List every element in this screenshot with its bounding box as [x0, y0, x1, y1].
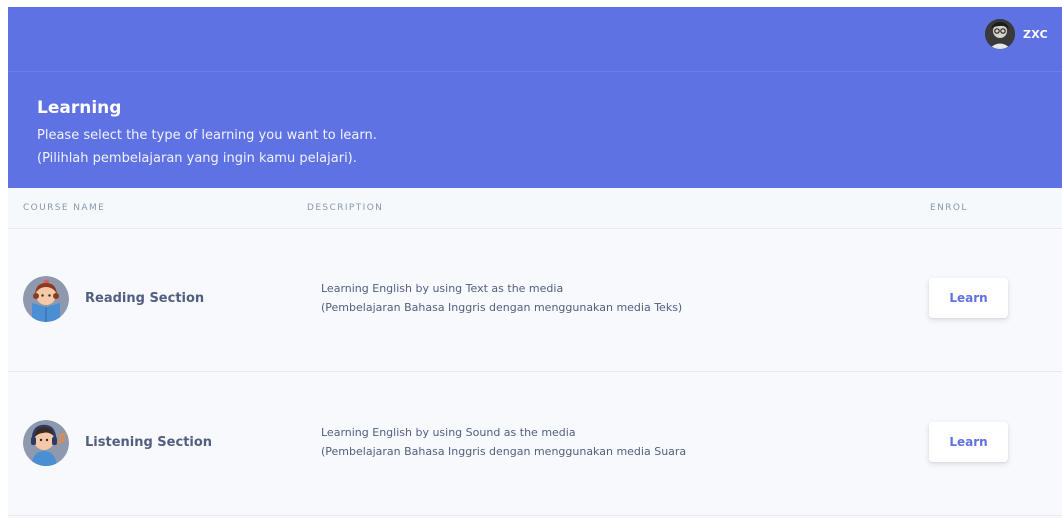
user-avatar-icon[interactable]	[984, 19, 1015, 49]
column-header-enrol: ENROL	[930, 203, 968, 213]
username[interactable]: ZXC	[1023, 28, 1048, 41]
page-header: Learning Please select the type of learn…	[8, 72, 1062, 188]
table-row-listening: Listening Section Learning English by us…	[8, 372, 1062, 516]
table-row-reading: Reading Section Learning English by usin…	[8, 228, 1062, 372]
reading-girl-icon	[23, 276, 69, 322]
course-description-indonesian: (Pembelajaran Bahasa Inggris dengan meng…	[321, 445, 687, 458]
page-title: Learning	[37, 98, 122, 118]
course-name: Listening Section	[85, 435, 213, 450]
table-header: COURSE NAME DESCRIPTION ENROL	[8, 188, 1062, 229]
course-name: Reading Section	[85, 291, 205, 306]
column-header-description: DESCRIPTION	[307, 203, 384, 213]
course-description-english: Learning English by using Text as the me…	[321, 282, 564, 295]
top-navbar: ZXC	[8, 7, 1062, 72]
page-subtitle-indonesian: (Pilihlah pembelajaran yang ingin kamu p…	[37, 151, 357, 166]
course-description-indonesian: (Pembelajaran Bahasa Inggris dengan meng…	[321, 301, 683, 314]
listening-boy-icon	[23, 420, 69, 466]
page-subtitle-english: Please select the type of learning you w…	[37, 128, 377, 143]
course-description-english: Learning English by using Sound as the m…	[321, 426, 576, 439]
learn-button-listening[interactable]: Learn	[929, 422, 1008, 462]
user-menu[interactable]: ZXC	[984, 19, 1048, 49]
column-header-course-name: COURSE NAME	[23, 203, 106, 213]
app-frame: ZXC Learning Please select the type of l…	[8, 7, 1062, 519]
learn-button-reading[interactable]: Learn	[929, 278, 1008, 318]
